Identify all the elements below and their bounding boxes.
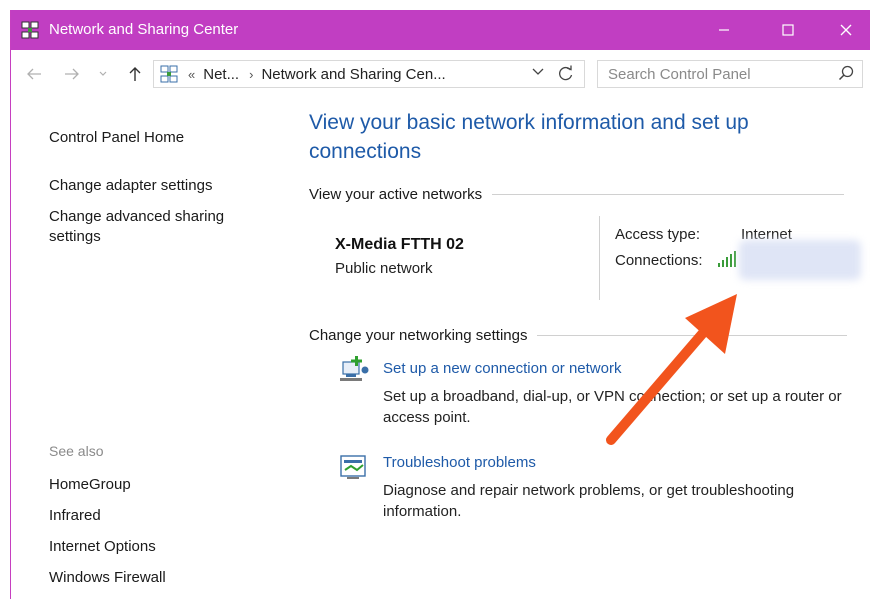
- access-type-label: Access type:: [615, 226, 701, 243]
- close-button[interactable]: [817, 10, 870, 50]
- infrared-link[interactable]: Infrared: [49, 506, 101, 526]
- breadcrumb-separator[interactable]: ›: [249, 67, 253, 82]
- page-title: View your basic network information and …: [309, 111, 749, 163]
- change-advanced-sharing-link[interactable]: Change advanced sharing settings: [49, 207, 224, 247]
- vertical-divider: [599, 216, 600, 300]
- network-icon: [21, 21, 39, 39]
- troubleshoot-icon: [340, 455, 366, 479]
- change-advanced-sharing-line2: settings: [49, 228, 101, 245]
- setup-connection-description: Set up a broadband, dial-up, or VPN conn…: [383, 388, 842, 426]
- troubleshoot-link[interactable]: Troubleshoot problems: [383, 454, 536, 471]
- active-networks-heading-text: View your active networks: [309, 186, 483, 203]
- maximize-icon: [782, 24, 794, 36]
- refresh-button[interactable]: [558, 64, 574, 86]
- section-divider: [492, 194, 845, 195]
- main-content: View your basic network information and …: [287, 98, 870, 599]
- forward-arrow-icon: [65, 68, 79, 80]
- window: Network and Sharing Center « Net... › Ne…: [10, 10, 870, 599]
- network-icon: [160, 65, 178, 83]
- navigation-bar: « Net... › Network and Sharing Cen... Se…: [11, 50, 870, 98]
- change-settings-heading-text: Change your networking settings: [309, 327, 528, 344]
- change-advanced-sharing-line1: Change advanced sharing: [49, 208, 225, 225]
- see-also-heading: See also: [49, 443, 104, 459]
- recent-locations-button[interactable]: [96, 64, 110, 84]
- breadcrumb-item-current[interactable]: Network and Sharing Cen...: [261, 66, 445, 83]
- internet-options-link[interactable]: Internet Options: [49, 537, 156, 557]
- change-adapter-settings-link[interactable]: Change adapter settings: [49, 176, 212, 196]
- search-icon: [838, 65, 854, 81]
- active-networks-heading: View your active networks: [309, 186, 845, 203]
- window-title: Network and Sharing Center: [49, 21, 239, 38]
- control-panel-home-link[interactable]: Control Panel Home: [49, 128, 184, 148]
- homegroup-link[interactable]: HomeGroup: [49, 475, 131, 495]
- back-button[interactable]: [23, 64, 45, 84]
- chevron-down-icon: [99, 71, 107, 76]
- title-bar: Network and Sharing Center: [11, 10, 870, 50]
- network-type: Public network: [335, 260, 433, 277]
- forward-button[interactable]: [61, 64, 83, 84]
- refresh-icon: [559, 65, 573, 81]
- maximize-button[interactable]: [759, 10, 817, 50]
- minimize-icon: [719, 29, 729, 31]
- chevron-down-icon: [532, 68, 544, 75]
- breadcrumb-item-network[interactable]: Net...: [203, 66, 239, 83]
- setup-connection-link[interactable]: Set up a new connection or network: [383, 360, 621, 377]
- wifi-signal-icon[interactable]: [717, 250, 737, 268]
- windows-firewall-link[interactable]: Windows Firewall: [49, 568, 166, 588]
- connections-label: Connections:: [615, 252, 703, 269]
- address-dropdown-button[interactable]: [532, 65, 544, 79]
- up-arrow-icon: [129, 67, 141, 81]
- connection-name-link[interactable]: [739, 240, 861, 280]
- back-arrow-icon: [27, 68, 41, 80]
- new-connection-icon: [340, 356, 369, 381]
- search-input[interactable]: Search Control Panel: [597, 60, 863, 88]
- section-divider: [537, 335, 848, 336]
- troubleshoot-description: Diagnose and repair network problems, or…: [383, 482, 795, 520]
- up-button[interactable]: [124, 64, 146, 84]
- address-bar[interactable]: « Net... › Network and Sharing Cen...: [153, 60, 585, 88]
- close-icon: [840, 24, 852, 36]
- minimize-button[interactable]: [695, 10, 753, 50]
- network-name: X-Media FTTH 02: [335, 236, 464, 253]
- change-settings-heading: Change your networking settings: [309, 327, 848, 344]
- left-pane: Control Panel Home Change adapter settin…: [11, 98, 287, 599]
- breadcrumb-overflow[interactable]: «: [188, 67, 195, 82]
- search-placeholder: Search Control Panel: [608, 65, 751, 83]
